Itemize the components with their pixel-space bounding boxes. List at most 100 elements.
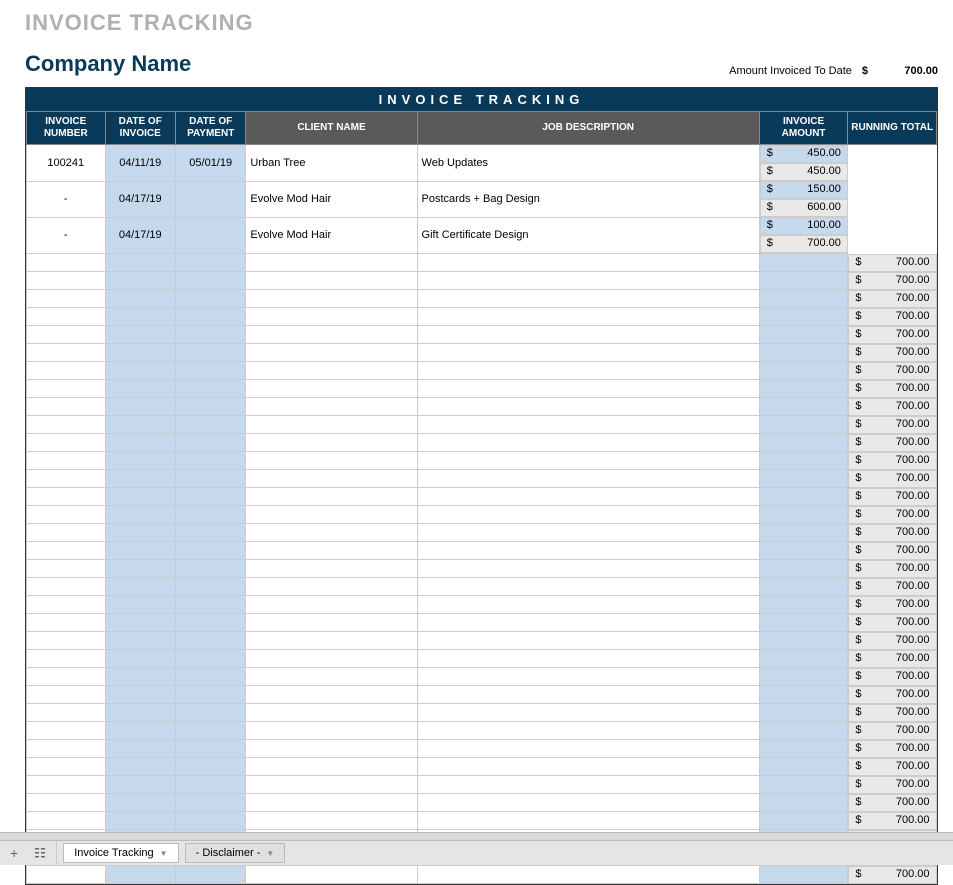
cell-date-payment[interactable] xyxy=(175,272,245,290)
cell-date-invoice[interactable] xyxy=(105,758,175,776)
cell-client-name[interactable] xyxy=(246,488,417,506)
cell-invoice-amount[interactable] xyxy=(759,344,848,362)
cell-date-payment[interactable] xyxy=(175,542,245,560)
cell-invoice-amount[interactable] xyxy=(759,254,848,272)
cell-job-description[interactable] xyxy=(417,434,759,452)
cell-invoice-number[interactable] xyxy=(27,632,106,650)
cell-date-invoice[interactable] xyxy=(105,704,175,722)
cell-running-total[interactable]: $700.00 xyxy=(848,524,936,542)
cell-invoice-amount[interactable] xyxy=(759,812,848,830)
chevron-down-icon[interactable]: ▼ xyxy=(266,849,274,858)
cell-invoice-amount[interactable] xyxy=(759,524,848,542)
cell-invoice-number[interactable] xyxy=(27,290,106,308)
cell-invoice-number[interactable]: - xyxy=(27,217,106,254)
cell-running-total[interactable]: $700.00 xyxy=(848,740,936,758)
cell-client-name[interactable] xyxy=(246,326,417,344)
cell-invoice-amount[interactable] xyxy=(759,650,848,668)
cell-invoice-number[interactable] xyxy=(27,722,106,740)
cell-client-name[interactable] xyxy=(246,344,417,362)
table-row[interactable]: $700.00 xyxy=(27,866,937,884)
cell-date-invoice[interactable] xyxy=(105,578,175,596)
cell-running-total[interactable]: $700.00 xyxy=(848,452,936,470)
cell-date-payment[interactable] xyxy=(175,254,245,272)
cell-invoice-amount[interactable] xyxy=(759,668,848,686)
cell-date-invoice[interactable] xyxy=(105,722,175,740)
scroll-strip[interactable] xyxy=(0,832,953,840)
table-row[interactable]: $700.00 xyxy=(27,686,937,704)
cell-date-invoice[interactable] xyxy=(105,668,175,686)
cell-date-payment[interactable] xyxy=(175,740,245,758)
cell-date-payment[interactable] xyxy=(175,650,245,668)
cell-date-payment[interactable] xyxy=(175,308,245,326)
table-row[interactable]: $700.00 xyxy=(27,470,937,488)
table-row[interactable]: $700.00 xyxy=(27,488,937,506)
table-row[interactable]: $700.00 xyxy=(27,326,937,344)
cell-running-total[interactable]: $600.00 xyxy=(760,199,848,217)
cell-date-invoice[interactable] xyxy=(105,254,175,272)
cell-job-description[interactable] xyxy=(417,416,759,434)
cell-date-invoice[interactable] xyxy=(105,272,175,290)
cell-date-invoice[interactable] xyxy=(105,380,175,398)
cell-date-payment[interactable] xyxy=(175,416,245,434)
cell-invoice-number[interactable] xyxy=(27,740,106,758)
cell-date-payment[interactable] xyxy=(175,470,245,488)
table-row[interactable]: $700.00 xyxy=(27,344,937,362)
cell-invoice-number[interactable] xyxy=(27,488,106,506)
cell-invoice-number[interactable] xyxy=(27,794,106,812)
cell-invoice-amount[interactable]: $100.00 xyxy=(760,217,848,235)
all-sheets-button[interactable] xyxy=(30,847,50,859)
cell-invoice-number[interactable] xyxy=(27,542,106,560)
cell-date-invoice[interactable] xyxy=(105,398,175,416)
table-row[interactable]: $700.00 xyxy=(27,614,937,632)
cell-date-invoice[interactable] xyxy=(105,470,175,488)
cell-client-name[interactable] xyxy=(246,254,417,272)
cell-date-payment[interactable] xyxy=(175,614,245,632)
cell-invoice-amount[interactable] xyxy=(759,794,848,812)
cell-job-description[interactable]: Web Updates xyxy=(417,145,759,182)
cell-invoice-amount[interactable] xyxy=(759,560,848,578)
cell-client-name[interactable] xyxy=(246,560,417,578)
cell-client-name[interactable]: Evolve Mod Hair xyxy=(246,217,417,254)
cell-invoice-amount[interactable] xyxy=(759,488,848,506)
cell-running-total[interactable]: $700.00 xyxy=(848,380,936,398)
cell-invoice-amount[interactable] xyxy=(759,686,848,704)
cell-client-name[interactable] xyxy=(246,812,417,830)
cell-client-name[interactable] xyxy=(246,416,417,434)
header-date-invoice[interactable]: DATE OF INVOICE xyxy=(105,112,175,145)
table-row[interactable]: -04/17/19Evolve Mod HairPostcards + Bag … xyxy=(27,181,937,217)
cell-invoice-amount[interactable] xyxy=(759,596,848,614)
cell-date-invoice[interactable] xyxy=(105,290,175,308)
cell-running-total[interactable]: $700.00 xyxy=(848,812,936,830)
cell-running-total[interactable]: $700.00 xyxy=(848,722,936,740)
cell-date-invoice[interactable] xyxy=(105,416,175,434)
cell-job-description[interactable] xyxy=(417,254,759,272)
cell-running-total[interactable]: $700.00 xyxy=(848,560,936,578)
cell-invoice-number[interactable] xyxy=(27,362,106,380)
cell-job-description[interactable] xyxy=(417,632,759,650)
table-row[interactable]: $700.00 xyxy=(27,794,937,812)
cell-date-invoice[interactable] xyxy=(105,614,175,632)
cell-invoice-amount[interactable] xyxy=(759,398,848,416)
cell-job-description[interactable] xyxy=(417,470,759,488)
cell-invoice-amount[interactable] xyxy=(759,632,848,650)
tab-invoice-tracking[interactable]: Invoice Tracking ▼ xyxy=(63,843,178,863)
cell-invoice-amount[interactable] xyxy=(759,416,848,434)
cell-running-total[interactable]: $700.00 xyxy=(848,362,936,380)
cell-date-payment[interactable] xyxy=(175,524,245,542)
cell-invoice-number[interactable] xyxy=(27,812,106,830)
tab-disclaimer[interactable]: - Disclaimer - ▼ xyxy=(185,843,286,863)
table-row[interactable]: $700.00 xyxy=(27,632,937,650)
cell-invoice-amount[interactable] xyxy=(759,380,848,398)
cell-invoice-amount[interactable] xyxy=(759,452,848,470)
cell-job-description[interactable]: Postcards + Bag Design xyxy=(417,181,759,217)
cell-invoice-amount[interactable] xyxy=(759,866,848,884)
cell-client-name[interactable] xyxy=(246,596,417,614)
table-row[interactable]: $700.00 xyxy=(27,254,937,272)
table-row[interactable]: $700.00 xyxy=(27,560,937,578)
cell-client-name[interactable] xyxy=(246,632,417,650)
cell-date-invoice[interactable] xyxy=(105,344,175,362)
cell-invoice-number[interactable] xyxy=(27,668,106,686)
cell-job-description[interactable] xyxy=(417,326,759,344)
cell-client-name[interactable] xyxy=(246,434,417,452)
cell-date-payment[interactable] xyxy=(175,794,245,812)
